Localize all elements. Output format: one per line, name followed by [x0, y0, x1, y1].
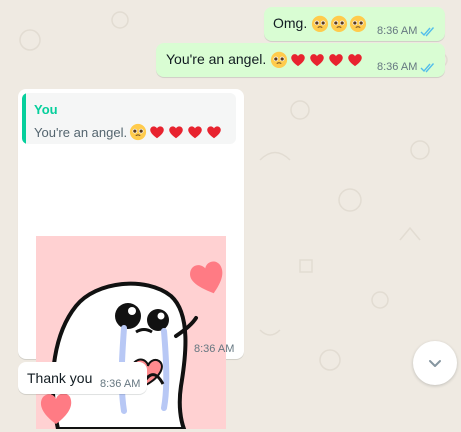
red-heart-emoji — [188, 126, 202, 139]
message-text: Thank you — [27, 370, 93, 386]
red-heart-emoji — [329, 54, 343, 67]
red-heart-emoji — [348, 54, 362, 67]
quote-accent-bar — [22, 93, 26, 144]
pleading-face-emojis — [311, 15, 367, 33]
pleading-face-emoji — [129, 123, 147, 141]
pleading-face-emoji — [350, 16, 367, 33]
message-time: 8:36 AM — [194, 343, 235, 355]
message-time: 8:36 AM — [100, 378, 141, 390]
red-heart-emoji — [150, 126, 164, 139]
emoji-sequence — [129, 123, 223, 141]
red-heart-emoji — [207, 126, 221, 139]
double-check-read-icon — [420, 26, 435, 37]
emoji-sequence — [270, 51, 364, 69]
message-time: 8:36 AM — [377, 25, 418, 37]
chevron-down-icon — [429, 360, 441, 367]
sticker-image[interactable] — [36, 236, 226, 431]
quote-author: You — [34, 102, 58, 117]
incoming-message-thank-you[interactable]: Thank you 8:36 AM — [18, 362, 147, 394]
scroll-to-bottom-button[interactable] — [413, 341, 457, 385]
incoming-sticker-reply[interactable]: You You're an angel. 8:36 AM — [18, 89, 244, 431]
message-time: 8:36 AM — [377, 61, 418, 73]
red-heart-emoji — [291, 54, 305, 67]
crying-blob-sticker-art — [40, 261, 223, 431]
outgoing-message-omg[interactable]: Omg. 8:36 AM — [264, 7, 445, 41]
double-check-read-icon — [420, 62, 435, 73]
red-heart-emoji — [169, 126, 183, 139]
quote-text: You're an angel. — [34, 124, 128, 140]
pleading-face-emoji — [331, 16, 348, 33]
quoted-message[interactable]: You You're an angel. — [22, 93, 236, 144]
message-text: Omg. — [273, 14, 308, 31]
pleading-face-emoji — [271, 52, 288, 69]
pleading-face-emoji — [312, 16, 329, 33]
outgoing-message-angel[interactable]: You're an angel. 8:36 AM — [156, 43, 445, 77]
message-text: You're an angel. — [166, 50, 267, 67]
red-heart-emoji — [310, 54, 324, 67]
